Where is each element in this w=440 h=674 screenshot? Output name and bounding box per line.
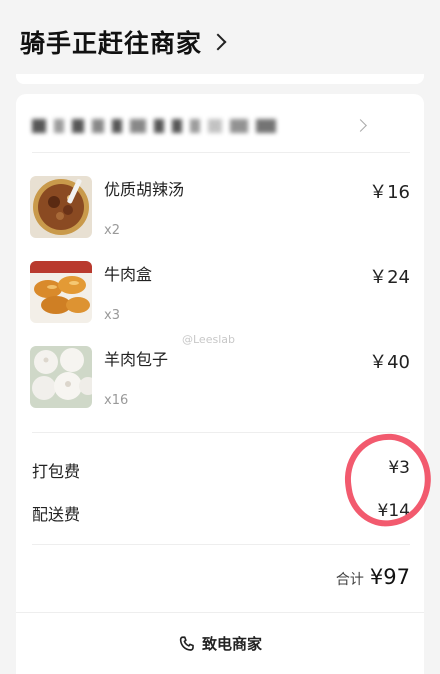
redacted-shop-name [154, 119, 164, 133]
item-quantity: x16 [104, 393, 129, 408]
divider [32, 152, 410, 153]
soup-photo-icon [30, 176, 92, 238]
list-item[interactable]: 牛肉盒 x3 ￥24 [30, 261, 410, 341]
steamed-bun-photo-icon [30, 346, 92, 408]
item-price: ￥16 [369, 182, 410, 203]
chevron-right-icon [354, 119, 367, 132]
item-quantity: x2 [104, 223, 120, 238]
list-item[interactable]: 优质胡辣汤 x2 ￥16 [30, 176, 410, 256]
redacted-shop-name [190, 119, 200, 133]
redacted-shop-name [230, 119, 248, 133]
item-name: 羊肉包子 [104, 350, 169, 369]
redacted-shop-name [130, 119, 146, 133]
watermark: @Leeslab [182, 333, 235, 346]
call-merchant-label: 致电商家 [201, 635, 262, 653]
redacted-shop-name [72, 119, 84, 133]
divider [32, 432, 410, 433]
redacted-shop-name [32, 119, 46, 133]
redacted-shop-name [54, 119, 64, 133]
redacted-shop-name [172, 119, 182, 133]
total-label: 合计 [335, 572, 364, 588]
call-merchant-bar: 致电商家 [16, 612, 424, 674]
item-quantity: x3 [104, 308, 120, 323]
item-name: 牛肉盒 [104, 265, 153, 284]
fried-pastry-photo-icon [30, 261, 92, 323]
redacted-shop-name [92, 119, 104, 133]
delivery-fee-label: 配送费 [32, 505, 81, 524]
order-status-title: 骑手正赶往商家 [20, 29, 203, 58]
phone-icon [178, 635, 196, 653]
item-price: ￥24 [369, 267, 410, 288]
redacted-shop-name [256, 119, 276, 133]
total-value: ¥97 [369, 565, 410, 589]
list-item[interactable]: 羊肉包子 x16 ￥40 [30, 346, 410, 426]
status-card-bottom [16, 74, 424, 84]
chevron-right-icon [209, 33, 227, 51]
total-row: 合计 ¥97 [336, 565, 410, 589]
page-title[interactable]: 骑手正赶往商家 [20, 24, 227, 60]
item-price: ￥40 [369, 352, 410, 373]
shop-name-row[interactable] [32, 112, 408, 140]
redacted-shop-name [208, 119, 222, 133]
packing-fee-label: 打包费 [32, 462, 81, 481]
redacted-shop-name [112, 119, 122, 133]
divider [32, 544, 410, 545]
item-name: 优质胡辣汤 [104, 180, 185, 199]
call-merchant-button[interactable]: 致电商家 [178, 633, 262, 654]
